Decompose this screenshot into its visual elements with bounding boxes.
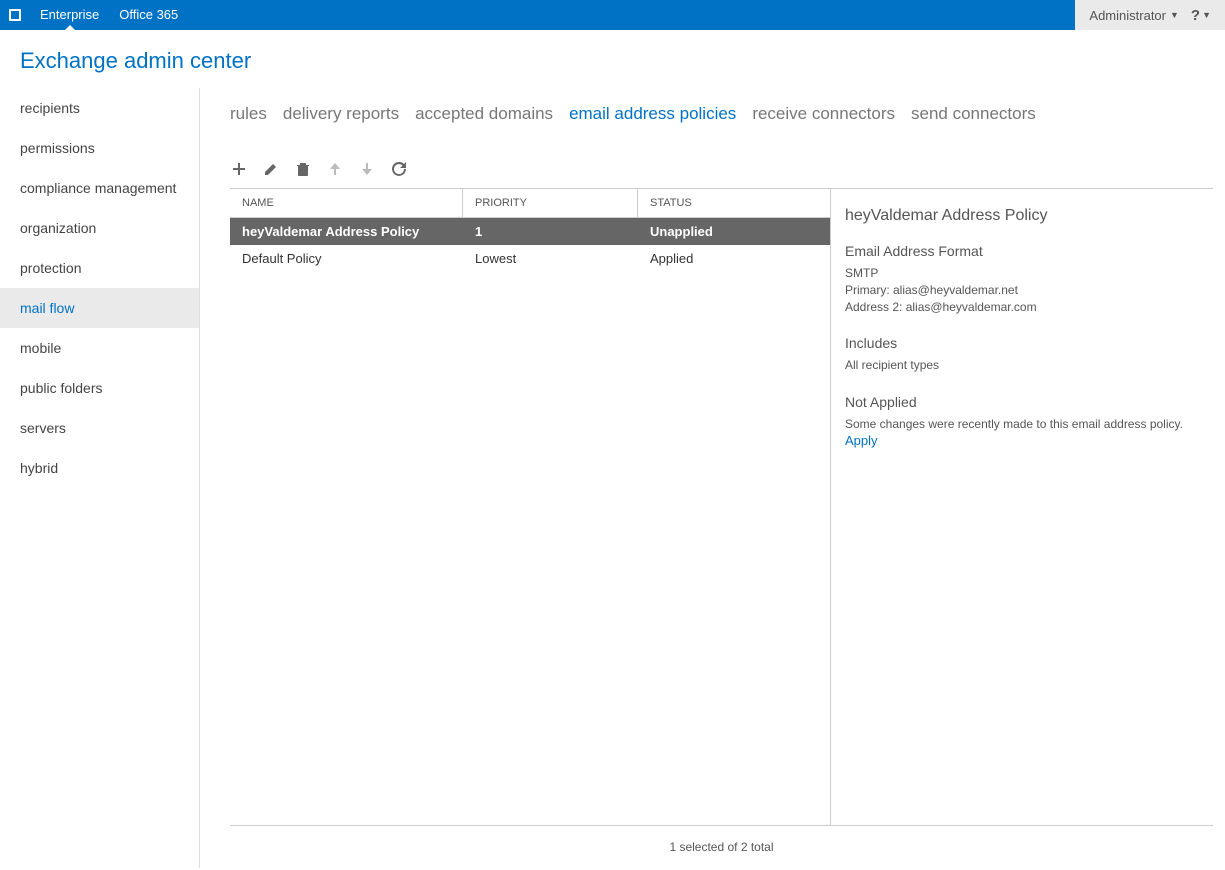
sidebar-item-organization[interactable]: organization — [0, 208, 199, 248]
sidebar-item-servers[interactable]: servers — [0, 408, 199, 448]
help-menu[interactable]: ? ▼ — [1185, 7, 1217, 24]
page-title-row: Exchange admin center — [0, 30, 1225, 88]
details-includes-text: All recipient types — [845, 357, 1203, 374]
edit-button[interactable] — [262, 160, 280, 178]
chevron-down-icon: ▼ — [1170, 10, 1179, 20]
policy-grid: NAME PRIORITY STATUS heyValdemar Address… — [230, 189, 831, 825]
col-status[interactable]: STATUS — [638, 189, 830, 217]
sidebar-item-mail-flow[interactable]: mail flow — [0, 288, 199, 328]
sidebar-item-recipients[interactable]: recipients — [0, 88, 199, 128]
sidebar-item-mobile[interactable]: mobile — [0, 328, 199, 368]
apply-link[interactable]: Apply — [845, 433, 1203, 448]
sidebar-item-compliance[interactable]: compliance management — [0, 168, 199, 208]
grid-header: NAME PRIORITY STATUS — [230, 189, 830, 218]
top-bar: Enterprise Office 365 Administrator ▼ ? … — [0, 0, 1225, 30]
details-includes-head: Includes — [845, 335, 1203, 351]
details-format-head: Email Address Format — [845, 243, 1203, 259]
move-down-button[interactable] — [358, 160, 376, 178]
details-not-applied-text: Some changes were recently made to this … — [845, 416, 1203, 433]
col-name[interactable]: NAME — [230, 189, 463, 217]
details-not-applied-head: Not Applied — [845, 394, 1203, 410]
details-pane: heyValdemar Address Policy Email Address… — [831, 189, 1213, 825]
page-title: Exchange admin center — [20, 48, 1205, 74]
details-format-line: Address 2: alias@heyvaldemar.com — [845, 299, 1203, 316]
tab-email-address-policies[interactable]: email address policies — [569, 104, 736, 124]
sidebar: recipients permissions compliance manage… — [0, 88, 200, 868]
grid-footer: 1 selected of 2 total — [230, 825, 1213, 868]
user-label: Administrator — [1089, 8, 1166, 23]
sidebar-item-public-folders[interactable]: public folders — [0, 368, 199, 408]
cell-priority: Lowest — [463, 245, 638, 272]
add-button[interactable] — [230, 160, 248, 178]
details-format: Email Address Format SMTP Primary: alias… — [845, 243, 1203, 315]
tabs: rules delivery reports accepted domains … — [200, 88, 1225, 134]
topbar-right: Administrator ▼ ? ▼ — [1075, 0, 1225, 30]
table-row[interactable]: Default Policy Lowest Applied — [230, 245, 830, 272]
cell-status: Unapplied — [638, 218, 830, 245]
sidebar-item-protection[interactable]: protection — [0, 248, 199, 288]
delete-button[interactable] — [294, 160, 312, 178]
details-not-applied: Not Applied Some changes were recently m… — [845, 394, 1203, 448]
toolbar — [200, 134, 1225, 188]
details-format-line: Primary: alias@heyvaldemar.net — [845, 282, 1203, 299]
cell-name: Default Policy — [230, 245, 463, 272]
details-title: heyValdemar Address Policy — [845, 207, 1203, 225]
tab-send-connectors[interactable]: send connectors — [911, 104, 1036, 124]
refresh-button[interactable] — [390, 160, 408, 178]
content: rules delivery reports accepted domains … — [200, 88, 1225, 868]
details-format-line: SMTP — [845, 265, 1203, 282]
sidebar-item-hybrid[interactable]: hybrid — [0, 448, 199, 488]
cell-priority: 1 — [463, 218, 638, 245]
col-priority[interactable]: PRIORITY — [463, 189, 638, 217]
cell-name: heyValdemar Address Policy — [230, 218, 463, 245]
table-row[interactable]: heyValdemar Address Policy 1 Unapplied — [230, 218, 830, 245]
sidebar-item-permissions[interactable]: permissions — [0, 128, 199, 168]
details-includes: Includes All recipient types — [845, 335, 1203, 374]
user-menu[interactable]: Administrator ▼ — [1083, 8, 1185, 23]
tab-receive-connectors[interactable]: receive connectors — [752, 104, 895, 124]
tab-accepted-domains[interactable]: accepted domains — [415, 104, 553, 124]
grid-body: heyValdemar Address Policy 1 Unapplied D… — [230, 218, 830, 272]
office-logo-icon — [0, 0, 30, 30]
nav-enterprise[interactable]: Enterprise — [30, 0, 109, 30]
chevron-down-icon: ▼ — [1202, 10, 1211, 20]
nav-office365[interactable]: Office 365 — [109, 0, 188, 30]
main-area: NAME PRIORITY STATUS heyValdemar Address… — [230, 188, 1213, 825]
tab-rules[interactable]: rules — [230, 104, 267, 124]
move-up-button[interactable] — [326, 160, 344, 178]
help-icon: ? — [1191, 7, 1200, 24]
layout: recipients permissions compliance manage… — [0, 88, 1225, 868]
cell-status: Applied — [638, 245, 830, 272]
tab-delivery-reports[interactable]: delivery reports — [283, 104, 399, 124]
